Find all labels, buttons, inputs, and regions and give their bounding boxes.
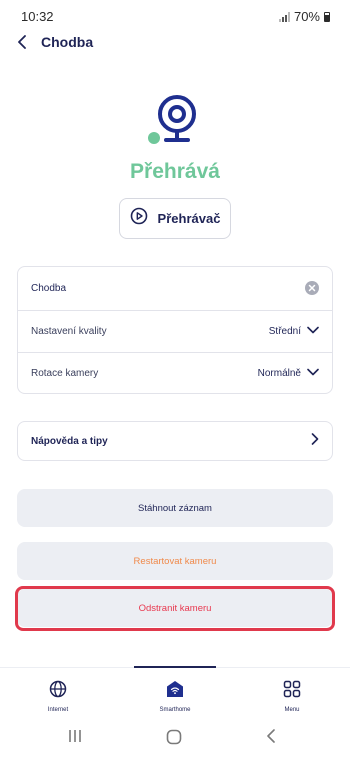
camera-icon [146, 92, 204, 150]
status-bar: 10:32 70% [0, 0, 350, 30]
nav-internet[interactable]: Internet [13, 680, 103, 713]
signal-icon [278, 11, 290, 22]
camera-name-field[interactable]: Chodba [18, 267, 332, 309]
back-icon[interactable] [266, 729, 276, 743]
camera-status: Přehrává [130, 160, 220, 183]
rotation-label: Rotace kamery [31, 368, 99, 379]
battery-percent: 70% [293, 9, 320, 24]
battery-icon [324, 11, 330, 22]
settings-card: Chodba Nastavení kvality Střední Rotace … [17, 266, 333, 394]
player-button[interactable]: Přehrávač [119, 198, 231, 239]
quality-value: Střední [268, 326, 301, 337]
status-time: 10:32 [21, 9, 54, 24]
chevron-down-icon [307, 368, 319, 379]
remove-camera-button[interactable]: Odstranit kameru [17, 589, 333, 627]
header: Chodba [0, 30, 350, 56]
bottom-nav: Internet Smarthome Menu [0, 666, 350, 715]
home-wifi-icon [166, 680, 184, 703]
download-recording-button[interactable]: Stáhnout záznam [17, 489, 333, 527]
globe-icon [49, 680, 67, 703]
play-circle-icon [130, 207, 148, 230]
system-nav [0, 720, 350, 758]
nav-menu[interactable]: Menu [247, 680, 337, 713]
restart-camera-button[interactable]: Restartovat kameru [17, 542, 333, 580]
rotation-value: Normálně [257, 368, 301, 379]
nav-smarthome[interactable]: Smarthome [130, 680, 220, 713]
help-label: Nápověda a tipy [31, 435, 108, 447]
nav-internet-label: Internet [47, 707, 69, 713]
back-arrow-icon[interactable] [14, 34, 30, 50]
nav-smarthome-label: Smarthome [159, 707, 191, 713]
nav-menu-label: Menu [284, 707, 300, 713]
quality-setting-row[interactable]: Nastavení kvality Střední [18, 310, 332, 352]
recents-icon[interactable] [68, 729, 82, 743]
help-tips-row[interactable]: Nápověda a tipy [17, 421, 333, 461]
player-button-label: Přehrávač [157, 211, 221, 226]
quality-label: Nastavení kvality [31, 326, 107, 337]
rotation-dropdown[interactable]: Normálně [258, 368, 319, 379]
page-title: Chodba [41, 34, 94, 50]
chevron-down-icon [307, 326, 319, 337]
rotation-setting-row[interactable]: Rotace kamery Normálně [18, 352, 332, 394]
clear-icon[interactable] [305, 281, 319, 295]
grid-icon [283, 680, 301, 703]
active-tab-indicator [134, 666, 216, 668]
home-icon[interactable] [166, 729, 182, 745]
chevron-right-icon [311, 432, 319, 450]
quality-dropdown[interactable]: Střední [269, 326, 319, 337]
camera-name-value[interactable]: Chodba [31, 283, 66, 294]
status-indicators: 70% [278, 9, 330, 24]
